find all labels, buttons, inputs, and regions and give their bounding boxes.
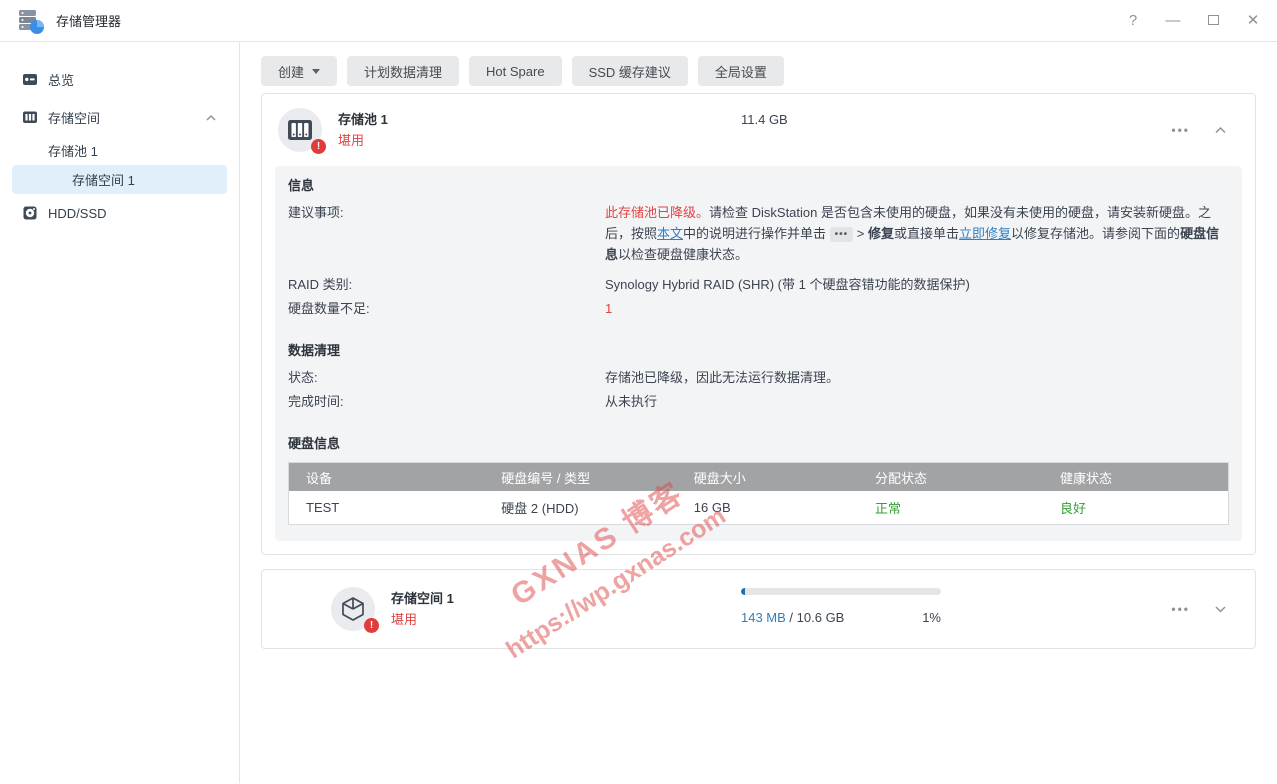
volume-more-menu-button[interactable]: ••• bbox=[1171, 602, 1190, 616]
volume-expand-button[interactable] bbox=[1214, 602, 1227, 617]
info-section-heading: 信息 bbox=[288, 178, 315, 193]
sidebar: 总览 存储空间 存储池 1 存储空间 1 HDD/SSD bbox=[0, 42, 240, 783]
scrub-finish-value: 从未执行 bbox=[605, 393, 658, 409]
volume-card: ! 存储空间 1 堪用 143 MB / 10.6 GB 1% ••• bbox=[261, 569, 1256, 649]
help-button[interactable]: ? bbox=[1125, 13, 1141, 28]
volume-card-header: ! 存储空间 1 堪用 143 MB / 10.6 GB 1% ••• bbox=[262, 570, 1255, 648]
cell-health: 良好 bbox=[1059, 501, 1086, 516]
volume-total: 10.6 GB bbox=[796, 610, 845, 625]
cell-allocation: 正常 bbox=[875, 501, 902, 516]
advisory-label: 建议事项: bbox=[288, 204, 344, 220]
missing-drives-value: 1 bbox=[605, 300, 613, 316]
volume-usage: 143 MB / 10.6 GB 1% bbox=[741, 588, 941, 626]
advisory-text: 此存储池已降级。请检查 DiskStation 是否包含未使用的硬盘，如果没有未… bbox=[605, 204, 1220, 262]
sidebar-item-overview[interactable]: 总览 bbox=[12, 60, 227, 98]
disk-info-section-heading: 硬盘信息 bbox=[288, 436, 341, 451]
pool-detail-panel: 信息 建议事项: 此存储池已降级。请检查 DiskStation 是否包含未使用… bbox=[275, 166, 1242, 541]
chevron-up-icon[interactable] bbox=[205, 110, 217, 125]
col-device: 设备 bbox=[306, 470, 333, 486]
pool-icon: ! bbox=[278, 108, 326, 154]
pool-status: 堪用 bbox=[338, 132, 365, 148]
raid-type-label: RAID 类别: bbox=[288, 276, 353, 292]
volume-title: 存储空间 1 bbox=[391, 590, 454, 606]
volume-status: 堪用 bbox=[391, 611, 418, 627]
global-settings-button[interactable]: 全局设置 bbox=[697, 56, 784, 86]
scrub-finish-label: 完成时间: bbox=[288, 393, 344, 409]
link-this-article[interactable]: 本文 bbox=[657, 226, 683, 241]
volume-usage-fill bbox=[741, 588, 745, 595]
missing-drives-label: 硬盘数量不足: bbox=[288, 300, 370, 316]
volume-percent: 1% bbox=[922, 610, 941, 625]
sidebar-item-label: 总览 bbox=[48, 72, 75, 88]
pool-collapse-button[interactable] bbox=[1214, 123, 1227, 138]
sidebar-item-label: 存储空间 bbox=[48, 110, 101, 126]
alert-badge-icon: ! bbox=[311, 139, 326, 154]
col-slot-type: 硬盘编号 / 类型 bbox=[501, 470, 591, 486]
pool-card-header: ! 存储池 1 堪用 11.4 GB ••• bbox=[262, 94, 1255, 166]
cell-size: 16 GB bbox=[693, 500, 731, 515]
col-health: 健康状态 bbox=[1059, 470, 1112, 486]
window-title: 存储管理器 bbox=[56, 14, 122, 29]
maximize-icon bbox=[1207, 15, 1219, 25]
scrub-status-value: 存储池已降级，因此无法运行数据清理。 bbox=[605, 369, 840, 385]
minimize-button[interactable]: — bbox=[1165, 13, 1181, 28]
hdd-icon bbox=[22, 205, 38, 221]
raid-type-value: Synology Hybrid RAID (SHR) (带 1 个硬盘容错功能的… bbox=[605, 276, 970, 292]
volume-usage-bar bbox=[741, 588, 941, 595]
maximize-button[interactable] bbox=[1205, 13, 1221, 28]
cell-slot-type: 硬盘 2 (HDD) bbox=[501, 501, 579, 516]
storage-pool-card: ! 存储池 1 堪用 11.4 GB ••• 信息 建议事项: 此存储池已降级。… bbox=[261, 93, 1256, 555]
close-button[interactable]: ✕ bbox=[1245, 13, 1261, 28]
table-row[interactable]: TEST 硬盘 2 (HDD) 16 GB 正常 良好 bbox=[289, 491, 1228, 524]
ssd-cache-advisor-button[interactable]: SSD 缓存建议 bbox=[571, 56, 688, 86]
scrub-status-label: 状态: bbox=[288, 369, 318, 385]
main-content: 创建 计划数据清理 Hot Spare SSD 缓存建议 全局设置 ! 存储池 … bbox=[240, 42, 1277, 783]
disk-info-table: 设备 硬盘编号 / 类型 硬盘大小 分配状态 健康状态 TEST 硬盘 2 (H… bbox=[288, 462, 1229, 525]
volume-used: 143 MB bbox=[741, 610, 786, 625]
sidebar-item-pool-1[interactable]: 存储池 1 bbox=[12, 136, 227, 165]
create-button[interactable]: 创建 bbox=[261, 56, 338, 86]
pool-capacity: 11.4 GB bbox=[741, 112, 788, 127]
toolbar: 创建 计划数据清理 Hot Spare SSD 缓存建议 全局设置 bbox=[261, 56, 1256, 86]
volume-icon: ! bbox=[331, 587, 379, 633]
col-allocation: 分配状态 bbox=[875, 470, 928, 486]
storage-pool-icon bbox=[22, 109, 38, 125]
sidebar-item-label: 存储池 1 bbox=[48, 144, 98, 159]
pool-title: 存储池 1 bbox=[338, 111, 388, 127]
hot-spare-button[interactable]: Hot Spare bbox=[469, 56, 562, 86]
sidebar-item-volume-1[interactable]: 存储空间 1 bbox=[12, 165, 227, 194]
sidebar-item-storage[interactable]: 存储空间 bbox=[12, 98, 227, 136]
disk-table-header: 设备 硬盘编号 / 类型 硬盘大小 分配状态 健康状态 bbox=[289, 463, 1228, 491]
scheduled-scrubbing-button[interactable]: 计划数据清理 bbox=[347, 56, 460, 86]
link-repair-now[interactable]: 立即修复 bbox=[959, 226, 1011, 241]
sidebar-item-label: HDD/SSD bbox=[48, 205, 107, 221]
inline-more-icon: ••• bbox=[829, 226, 854, 242]
scrubbing-section-heading: 数据清理 bbox=[288, 343, 341, 358]
overview-icon bbox=[22, 71, 38, 87]
col-size: 硬盘大小 bbox=[693, 470, 746, 486]
storage-manager-app-icon bbox=[16, 7, 46, 35]
sidebar-item-label: 存储空间 1 bbox=[72, 173, 135, 188]
pool-more-menu-button[interactable]: ••• bbox=[1171, 123, 1190, 137]
sidebar-item-hdd-ssd[interactable]: HDD/SSD bbox=[12, 194, 227, 232]
alert-badge-icon: ! bbox=[364, 618, 379, 633]
titlebar: 存储管理器 ? — ✕ bbox=[0, 0, 1277, 42]
chevron-down-icon bbox=[312, 68, 321, 74]
cell-device: TEST bbox=[306, 500, 340, 515]
